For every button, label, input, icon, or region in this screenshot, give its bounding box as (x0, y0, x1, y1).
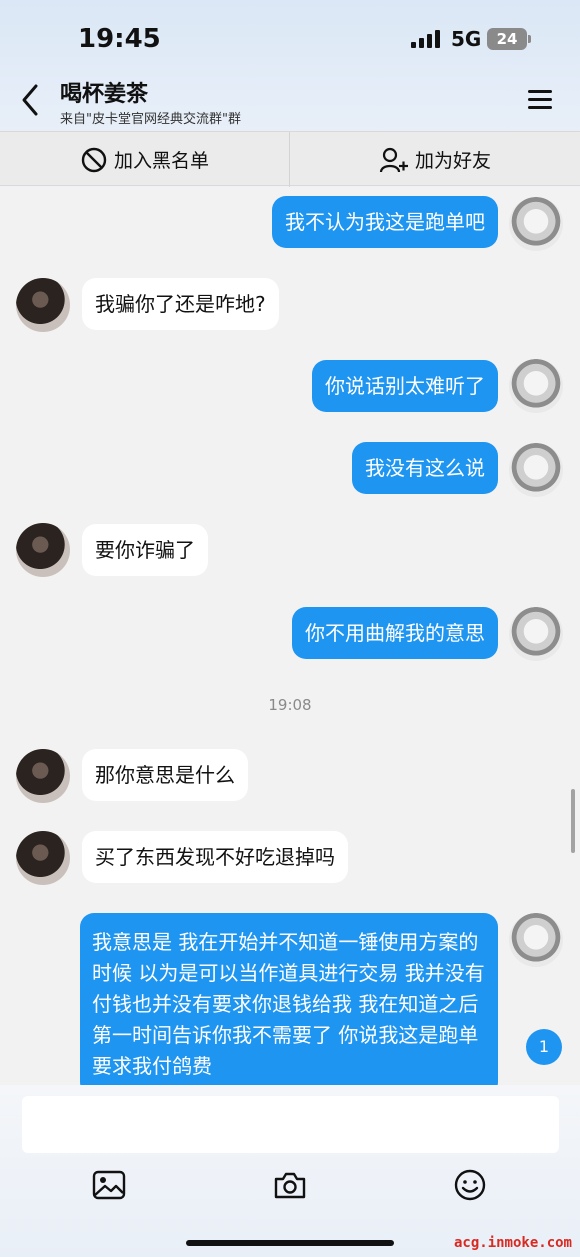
chat-navbar: 喝杯姜茶 来自"皮卡堂官网经典交流群"群 (0, 72, 580, 130)
image-icon[interactable] (89, 1165, 129, 1205)
contact-message-bubble[interactable]: 要你诈骗了 (82, 524, 208, 576)
input-toolbar (0, 1165, 580, 1209)
message-input[interactable] (22, 1096, 559, 1153)
watermark: acg.inmoke.com (453, 1235, 572, 1251)
network-type: 5G (451, 27, 482, 51)
unread-count-badge[interactable]: 1 (526, 1029, 562, 1065)
contact-message-bubble[interactable]: 那你意思是什么 (82, 749, 248, 801)
menu-icon[interactable] (528, 90, 554, 110)
contact-avatar[interactable] (16, 831, 70, 885)
contact-avatar[interactable] (16, 523, 70, 577)
battery-level: 24 (496, 30, 518, 48)
contact-message-bubble[interactable]: 我骗你了还是咋地? (82, 278, 279, 330)
message-timestamp: 19:08 (268, 696, 312, 714)
blacklist-label: 加入黑名单 (113, 150, 209, 172)
my-avatar[interactable] (509, 197, 563, 251)
my-message-bubble[interactable]: 你说话别太难听了 (312, 360, 498, 412)
add-friend-button[interactable]: 加为好友 (290, 132, 580, 187)
my-message-bubble[interactable]: 你不用曲解我的意思 (292, 607, 498, 659)
contact-avatar[interactable] (16, 749, 70, 803)
input-area: acg.inmoke.com (0, 1085, 580, 1257)
stranger-actions-bar: 加入黑名单 加为好友 (0, 131, 580, 187)
message-list[interactable]: 我不认为我这是跑单吧 我骗你了还是咋地? 你说话别太难听了 我没有这么说 要你诈… (0, 187, 580, 1085)
block-icon (81, 147, 107, 172)
emoji-icon[interactable] (450, 1165, 490, 1205)
signal-icon (411, 30, 441, 48)
scrollbar[interactable] (571, 789, 575, 853)
top-header-area: 19:45 5G 24 喝杯姜茶 来自"皮卡堂官网经典交流群"群 加入黑名单 加… (0, 0, 580, 187)
add-to-blacklist-button[interactable]: 加入黑名单 (0, 132, 290, 187)
my-message-bubble[interactable]: 我意思是 我在开始并不知道一锤使用方案的时候 以为是可以当作道具进行交易 我并没… (80, 913, 498, 1085)
my-avatar[interactable] (509, 607, 563, 661)
contact-message-bubble[interactable]: 买了东西发现不好吃退掉吗 (82, 831, 348, 883)
home-indicator[interactable] (186, 1240, 394, 1246)
contact-source: 来自"皮卡堂官网经典交流群"群 (60, 112, 241, 127)
status-time: 19:45 (78, 24, 161, 54)
my-avatar[interactable] (509, 359, 563, 413)
add-user-icon (379, 147, 408, 172)
my-avatar[interactable] (509, 913, 563, 967)
add-friend-label: 加为好友 (414, 150, 491, 172)
contact-avatar[interactable] (16, 278, 70, 332)
camera-icon[interactable] (270, 1165, 310, 1205)
battery-icon: 24 (487, 28, 531, 50)
my-avatar[interactable] (509, 443, 563, 497)
my-message-bubble[interactable]: 我不认为我这是跑单吧 (272, 196, 498, 248)
chevron-left-icon[interactable] (14, 78, 50, 122)
contact-name: 喝杯姜茶 (60, 82, 149, 107)
status-bar: 19:45 5G 24 (0, 22, 580, 58)
my-message-bubble[interactable]: 我没有这么说 (352, 442, 498, 494)
